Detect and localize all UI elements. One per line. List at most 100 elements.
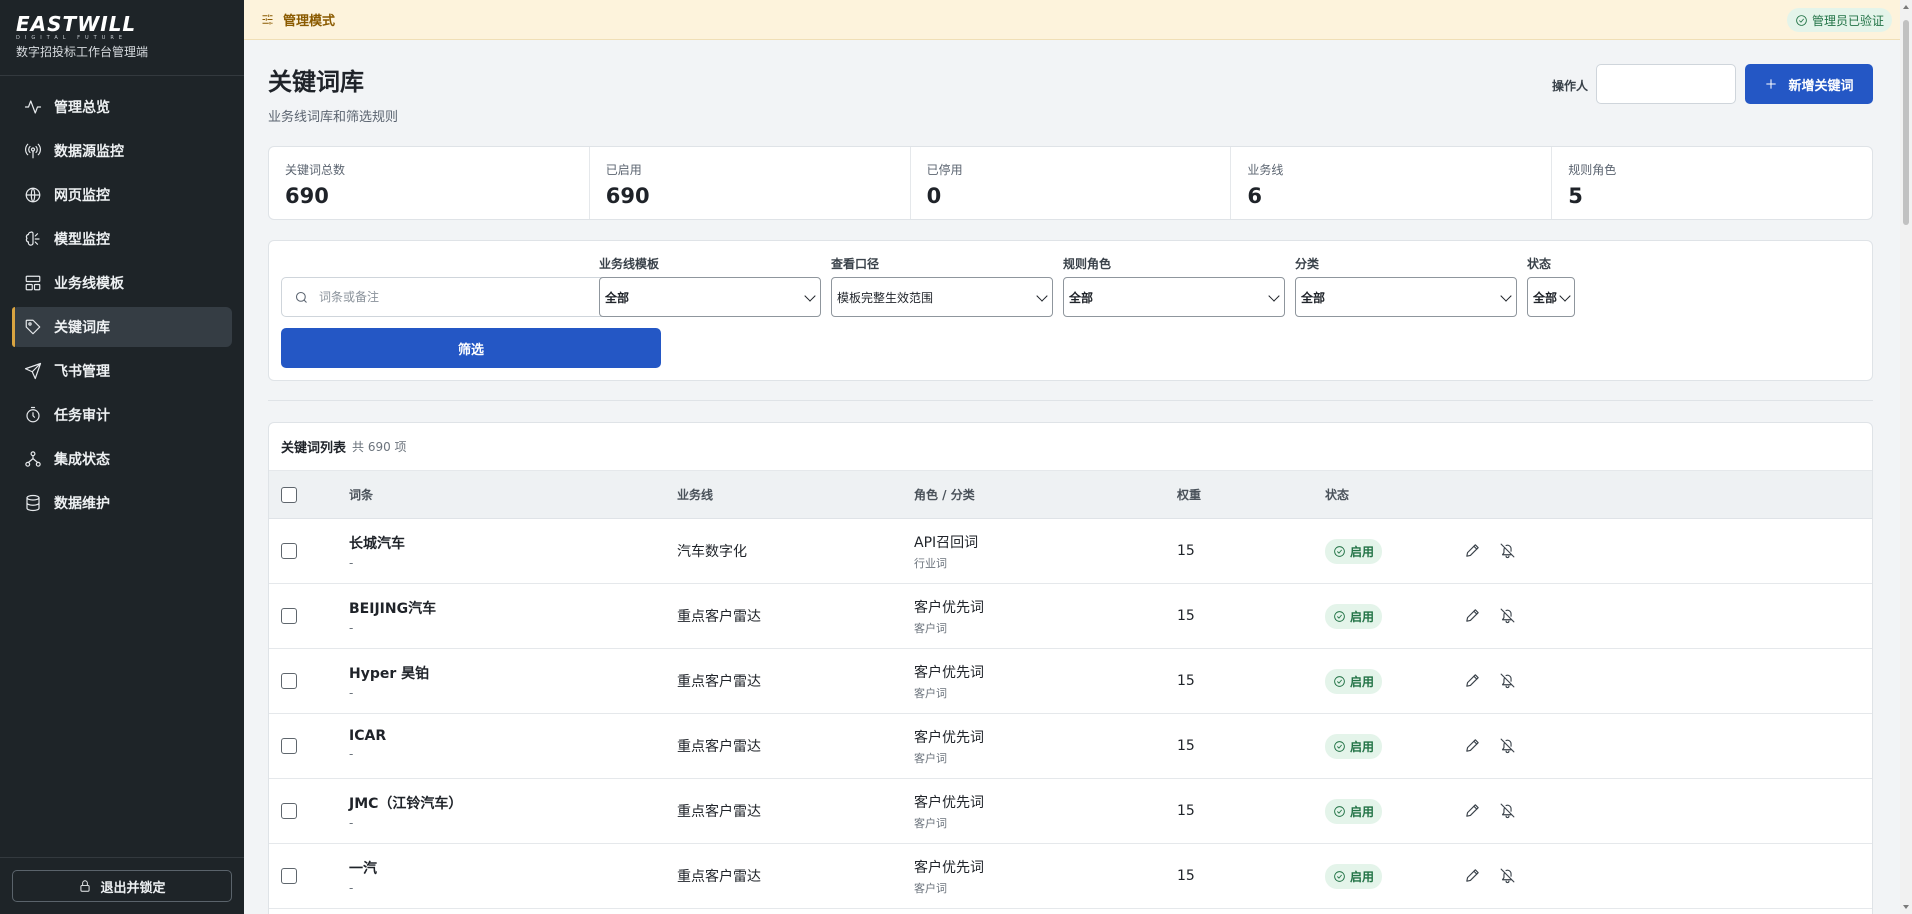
check-circle-icon — [1334, 871, 1345, 882]
stat-label: 业务线 — [1247, 163, 1284, 177]
sidebar-item-label: 关键词库 — [54, 320, 110, 336]
scroll-thumb[interactable] — [1903, 20, 1909, 225]
operator-input[interactable] — [1596, 64, 1736, 104]
status-badge: 启用 — [1325, 669, 1383, 694]
sidebar-item-label: 数据维护 — [54, 496, 110, 512]
search-icon — [295, 291, 307, 303]
page-subtitle: 业务线词库和筛选规则 — [268, 110, 399, 125]
check-circle-icon — [1334, 806, 1345, 817]
template-select[interactable]: 全部 — [599, 277, 821, 317]
admin-verified-badge: 管理员已验证 — [1786, 8, 1892, 32]
brain-icon — [24, 230, 42, 248]
sidebar-item-label: 飞书管理 — [54, 364, 110, 380]
disable-button[interactable] — [1499, 672, 1517, 690]
bell-off-icon — [1500, 543, 1515, 559]
row-checkbox[interactable] — [281, 608, 297, 624]
sidebar-item-model[interactable]: 模型监控 — [12, 219, 232, 259]
add-keyword-label: 新增关键词 — [1788, 78, 1854, 94]
edit-button[interactable] — [1464, 737, 1482, 755]
status-label: 启用 — [1350, 870, 1375, 884]
logout-lock-button[interactable]: 退出并锁定 — [12, 870, 232, 902]
sidebar-item-web[interactable]: 网页监控 — [12, 175, 232, 215]
term-note: - — [349, 556, 354, 570]
row-checkbox[interactable] — [281, 803, 297, 819]
pencil-icon — [1466, 674, 1479, 687]
select-all-checkbox[interactable] — [281, 486, 297, 503]
sidebar-nav: 管理总览 数据源监控 网页监控 模型监控 业务线模板 关键词库 飞书管理 任务审… — [0, 76, 244, 523]
scope-select[interactable]: 模板完整生效范围 — [831, 277, 1053, 317]
sidebar-item-maintenance[interactable]: 数据维护 — [12, 483, 232, 523]
weight-cell: 15 — [1177, 673, 1195, 689]
sidebar-item-datasource[interactable]: 数据源监控 — [12, 131, 232, 171]
sidebar-item-keywords[interactable]: 关键词库 — [12, 307, 232, 347]
page-title: 关键词库 — [268, 68, 364, 96]
edit-button[interactable] — [1464, 672, 1482, 690]
status-select[interactable]: 全部 — [1527, 277, 1575, 317]
search-input[interactable] — [319, 290, 639, 304]
weight-cell: 15 — [1177, 738, 1195, 754]
logout-label: 退出并锁定 — [100, 880, 166, 896]
sidebar-item-audit[interactable]: 任务审计 — [12, 395, 232, 435]
add-keyword-button[interactable]: 新增关键词 — [1745, 64, 1873, 104]
role-select[interactable]: 全部 — [1063, 277, 1285, 317]
edit-button[interactable] — [1464, 607, 1482, 625]
sidebar-item-integration[interactable]: 集成状态 — [12, 439, 232, 479]
edit-button[interactable] — [1464, 542, 1482, 560]
column-role: 角色 / 分类 — [914, 488, 975, 502]
sidebar-item-templates[interactable]: 业务线模板 — [12, 263, 232, 303]
sidebar-item-label: 任务审计 — [54, 408, 110, 424]
scroll-down-arrow-icon[interactable] — [1903, 905, 1909, 909]
role-cell: 客户优先词 客户词 — [914, 597, 984, 636]
brand-subtitle: 数字招投标工作台管理端 — [16, 45, 149, 59]
activity-icon — [24, 98, 42, 116]
role-cell: 客户优先词 客户词 — [914, 662, 984, 701]
select-all-cell — [281, 471, 297, 518]
disable-button[interactable] — [1499, 607, 1517, 625]
status-badge: 启用 — [1325, 799, 1383, 824]
database-icon — [24, 494, 42, 512]
table-column-headers: 词条 业务线 角色 / 分类 权重 状态 — [269, 471, 1872, 519]
sidebar-item-feishu[interactable]: 飞书管理 — [12, 351, 232, 391]
weight-cell: 15 — [1177, 543, 1195, 559]
tag-icon — [24, 318, 42, 336]
sidebar-item-label: 数据源监控 — [54, 144, 124, 160]
filter-submit-button[interactable]: 筛选 — [281, 328, 661, 368]
template-icon — [24, 274, 42, 292]
edit-button[interactable] — [1464, 867, 1482, 885]
sidebar-item-label: 管理总览 — [54, 100, 110, 116]
row-checkbox[interactable] — [281, 673, 297, 689]
chevron-down-icon — [1268, 290, 1280, 302]
check-circle-icon — [1334, 676, 1345, 687]
term-note: - — [349, 747, 354, 761]
role-name: 客户优先词 — [914, 730, 984, 746]
row-checkbox[interactable] — [281, 738, 297, 754]
disable-button[interactable] — [1499, 867, 1517, 885]
term-note: - — [349, 686, 354, 700]
row-checkbox[interactable] — [281, 543, 297, 559]
business-cell: 重点客户雷达 — [677, 739, 761, 755]
sidebar-item-label: 集成状态 — [54, 452, 110, 468]
stat-business-lines: 业务线 6 — [1231, 147, 1553, 219]
edit-button[interactable] — [1464, 802, 1482, 820]
row-select-cell — [281, 714, 297, 778]
row-checkbox[interactable] — [281, 868, 297, 884]
pencil-icon — [1466, 739, 1479, 752]
sidebar-item-label: 网页监控 — [54, 188, 110, 204]
disable-button[interactable] — [1499, 542, 1517, 560]
table-row: 长城汽车 - 汽车数字化 API召回词 行业词 15 启用 — [269, 519, 1872, 584]
disable-button[interactable] — [1499, 802, 1517, 820]
category-select[interactable]: 全部 — [1295, 277, 1517, 317]
stat-label: 规则角色 — [1568, 163, 1617, 177]
term-note: - — [349, 881, 354, 895]
term-name: BEIJING汽车 — [349, 601, 437, 617]
keyword-table-card: 关键词列表 共 690 项 词条 业务线 角色 / 分类 权重 状态 长城汽车 … — [268, 422, 1873, 914]
sidebar-item-overview[interactable]: 管理总览 — [12, 87, 232, 127]
status-label: 启用 — [1350, 610, 1375, 624]
role-filter-label: 规则角色 — [1063, 257, 1112, 271]
stat-value: 690 — [605, 184, 650, 208]
scroll-up-arrow-icon[interactable] — [1903, 5, 1909, 9]
stat-label: 已停用 — [926, 163, 963, 177]
disable-button[interactable] — [1499, 737, 1517, 755]
status-select-value: 全部 — [1533, 290, 1558, 305]
page-scrollbar[interactable] — [1900, 0, 1912, 914]
